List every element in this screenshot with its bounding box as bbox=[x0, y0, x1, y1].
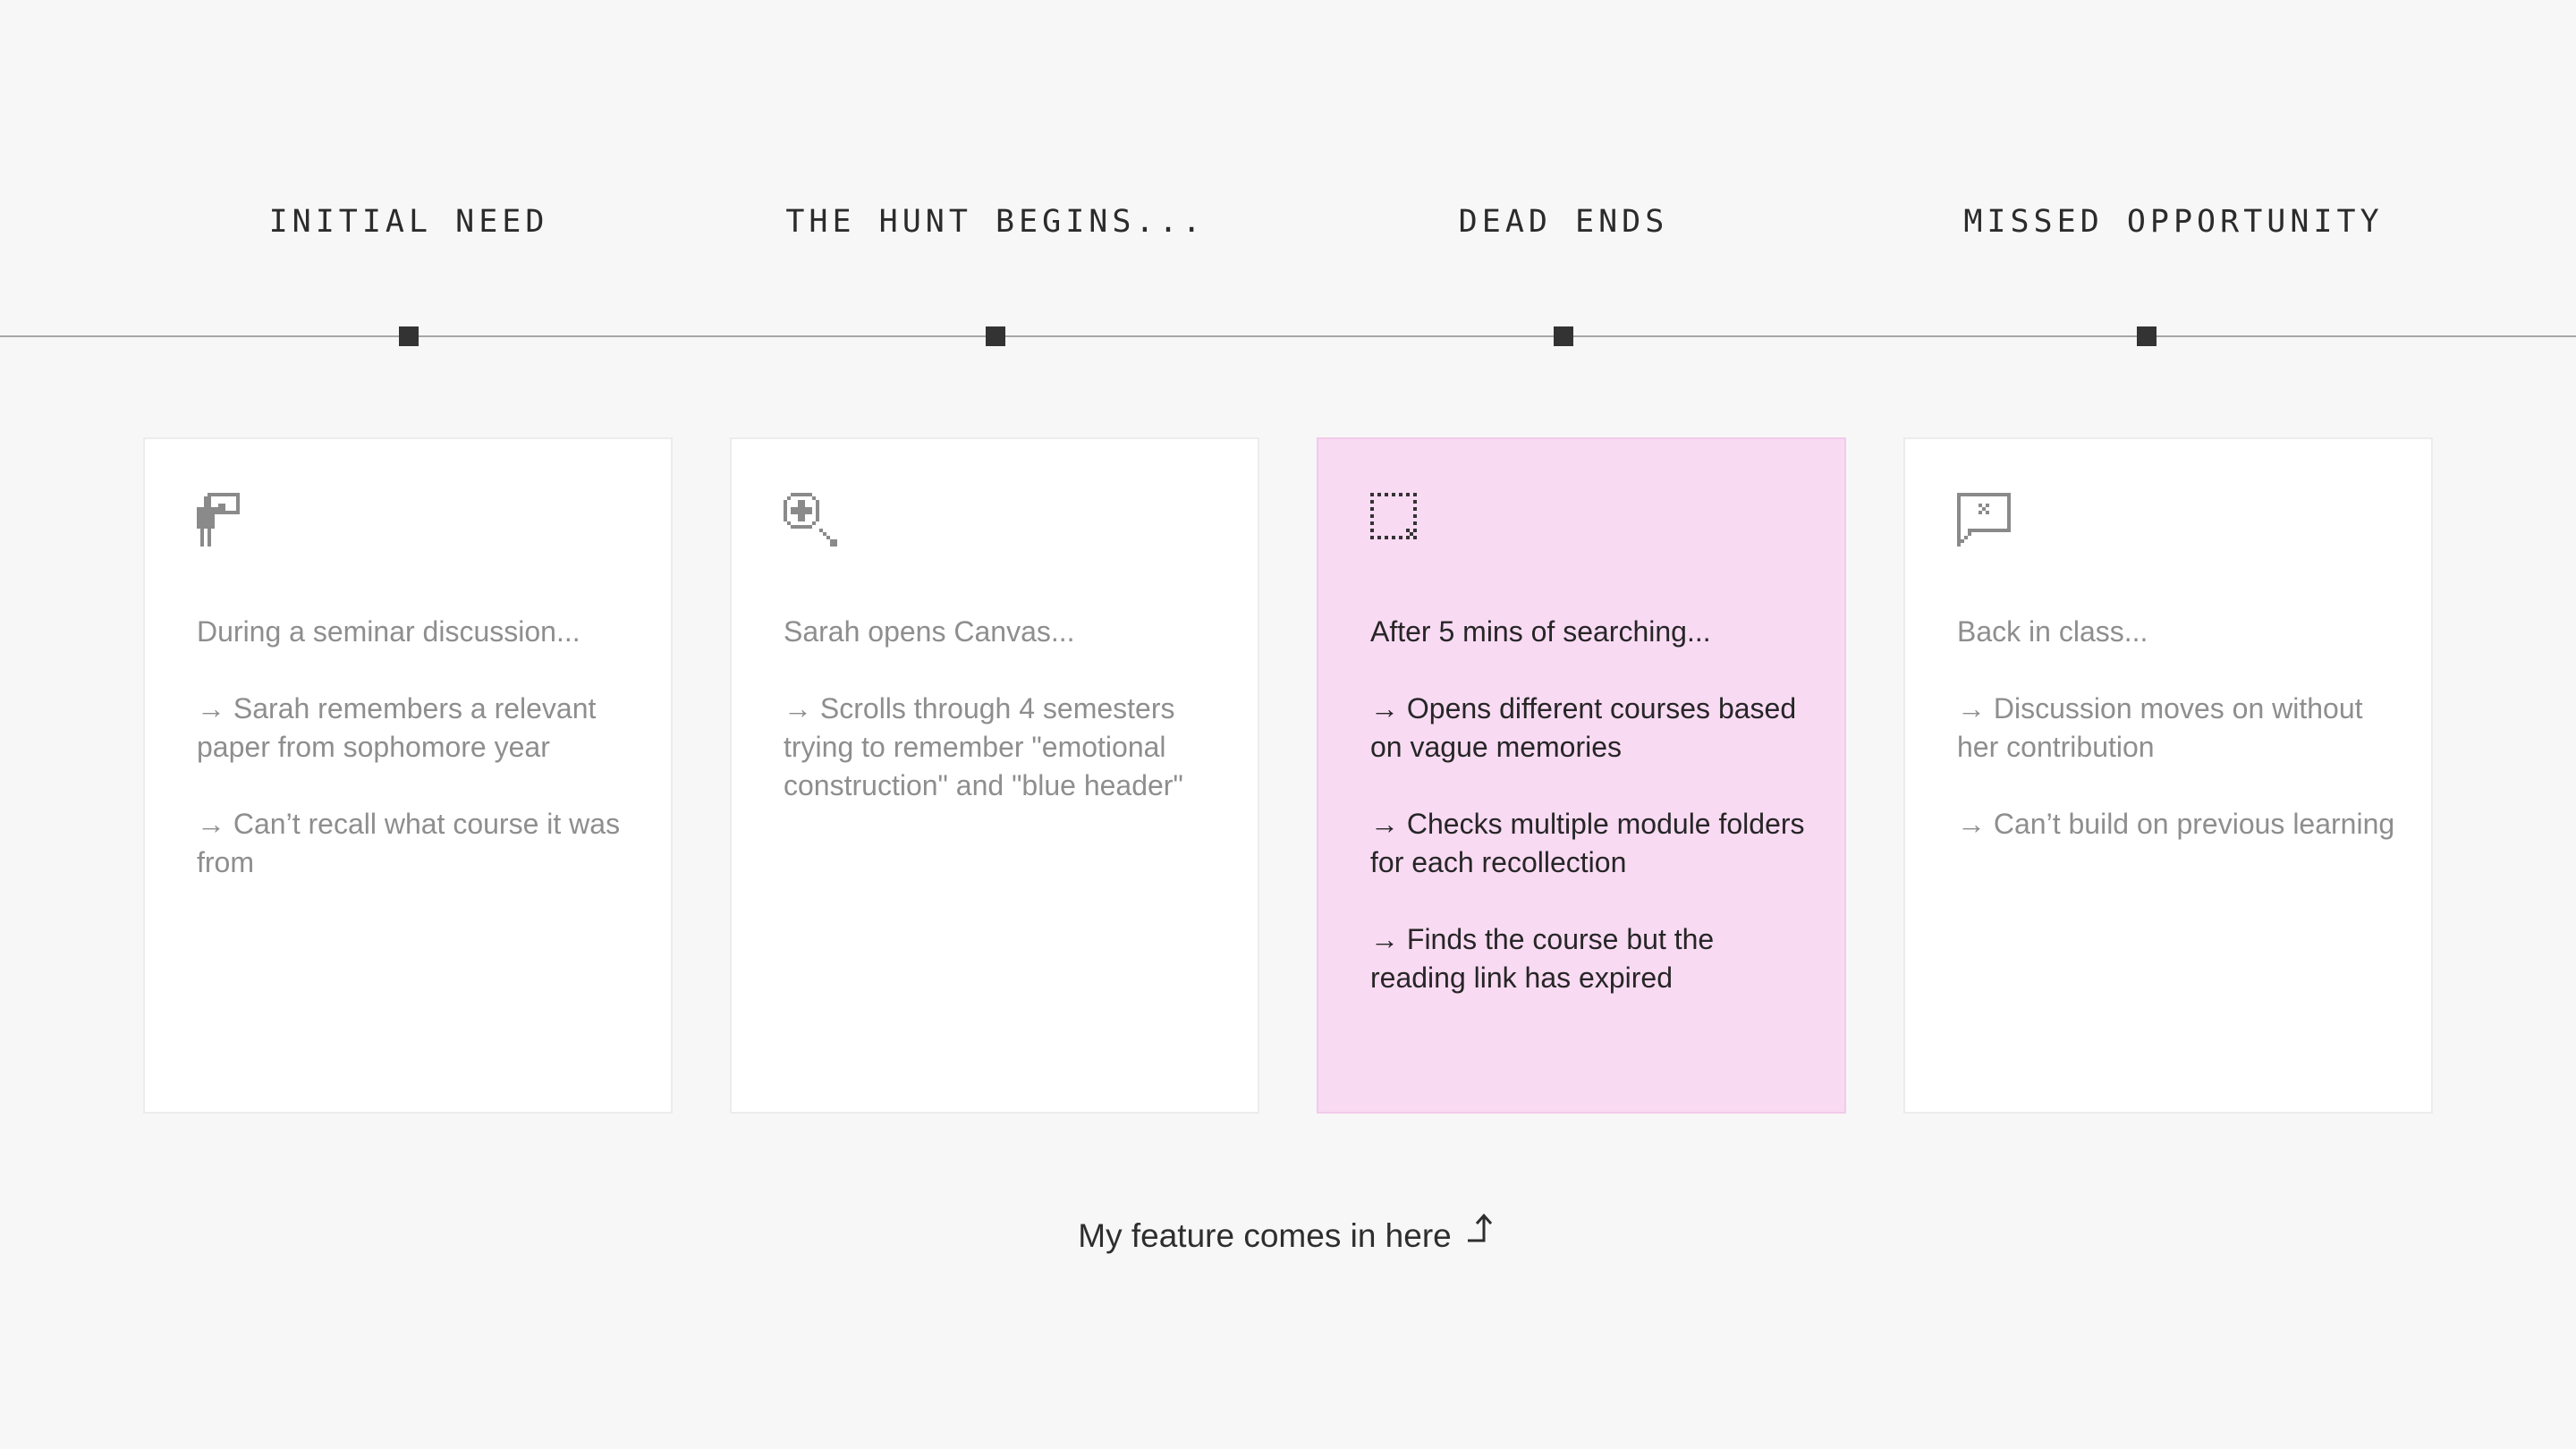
stage-title-hunt-begins: THE HUNT BEGINS... bbox=[785, 204, 1206, 240]
card-point: → Sarah remembers a relevant paper from … bbox=[197, 692, 597, 763]
card-point: → Can’t recall what course it was from bbox=[197, 808, 621, 878]
stage-card-hunt-begins: Sarah opens Canvas... → Scrolls through … bbox=[730, 437, 1259, 1114]
timeline-line bbox=[0, 335, 2576, 337]
stage-card-dead-ends: After 5 mins of searching... → Opens dif… bbox=[1317, 437, 1846, 1114]
presenter-icon bbox=[197, 493, 250, 547]
feature-note: My feature comes in here bbox=[0, 1213, 2576, 1259]
card-point: → Discussion moves on without her contri… bbox=[1957, 692, 2363, 763]
zoom-in-icon bbox=[784, 493, 837, 547]
card-point: → Can’t build on previous learning bbox=[1957, 808, 2395, 840]
feature-note-text: My feature comes in here bbox=[1078, 1217, 1452, 1254]
stage-card-initial-need: During a seminar discussion... → Sarah r… bbox=[143, 437, 673, 1114]
timeline-marker-hunt-begins bbox=[986, 326, 1005, 346]
stage-card-missed-opportunity: Back in class... → Discussion moves on w… bbox=[1903, 437, 2433, 1114]
card-point: → Checks multiple module folders for eac… bbox=[1370, 808, 1805, 878]
timeline-marker-initial-need bbox=[399, 326, 419, 346]
stage-title-dead-ends: DEAD ENDS bbox=[1458, 204, 1669, 240]
timeline-marker-dead-ends bbox=[1554, 326, 1573, 346]
message-x-icon bbox=[1957, 493, 2011, 547]
card-point: → Opens different courses based on vague… bbox=[1370, 692, 1797, 763]
dashed-selection-icon bbox=[1370, 493, 1424, 547]
timeline-marker-missed-opportunity bbox=[2137, 326, 2157, 346]
stage-title-initial-need: INITIAL NEED bbox=[268, 204, 549, 240]
card-intro: Sarah opens Canvas... bbox=[784, 615, 1075, 648]
card-intro: During a seminar discussion... bbox=[197, 615, 580, 648]
card-intro: Back in class... bbox=[1957, 615, 2148, 648]
card-point: → Finds the course but the reading link … bbox=[1370, 923, 1715, 994]
corner-up-arrow-icon bbox=[1466, 1211, 1498, 1258]
card-point: → Scrolls through 4 semesters trying to … bbox=[784, 692, 1183, 801]
card-intro: After 5 mins of searching... bbox=[1370, 615, 1711, 648]
stage-title-missed-opportunity: MISSED OPPORTUNITY bbox=[1963, 204, 2384, 240]
